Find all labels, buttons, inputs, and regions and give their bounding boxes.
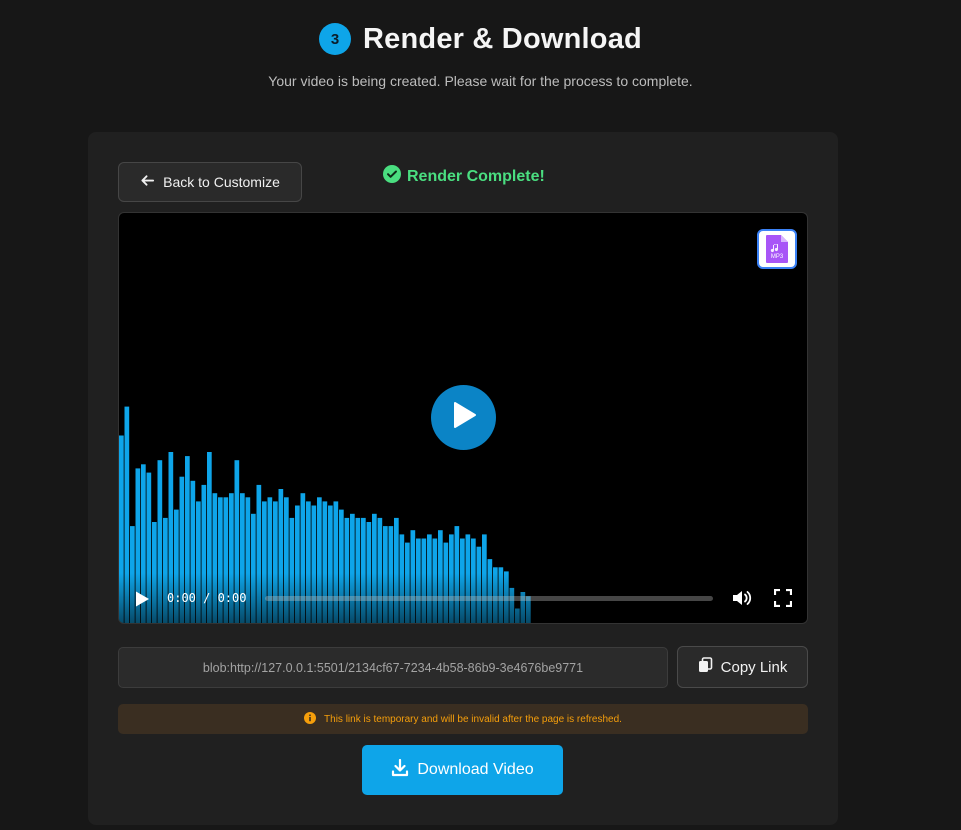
volume-button[interactable] — [731, 588, 753, 608]
page-subtitle: Your video is being created. Please wait… — [268, 73, 693, 89]
check-circle-icon — [383, 165, 401, 188]
video-player[interactable]: MP3 0:00 / 0:00 — [118, 212, 808, 624]
temporary-link-warning: This link is temporary and will be inval… — [118, 704, 808, 734]
share-link-field[interactable] — [118, 647, 668, 688]
time-display: 0:00 / 0:00 — [167, 591, 247, 605]
copy-link-label: Copy Link — [720, 658, 788, 676]
info-icon — [304, 711, 317, 727]
back-button-label: Back to Customize — [163, 174, 280, 190]
progress-bar[interactable] — [265, 596, 713, 601]
download-icon — [391, 758, 409, 782]
play-icon — [451, 401, 477, 434]
back-to-customize-button[interactable]: Back to Customize — [118, 162, 302, 202]
render-card: Back to Customize Render Complete! MP3 0… — [88, 132, 838, 825]
control-play-button[interactable] — [133, 590, 151, 608]
arrow-left-icon — [140, 173, 155, 191]
step-number-badge: 3 — [319, 23, 352, 55]
fullscreen-button[interactable] — [773, 588, 793, 608]
page-header: 3 Render & Download — [0, 20, 961, 58]
title-row: 3 Render & Download — [0, 20, 961, 58]
play-icon — [133, 591, 151, 612]
fullscreen-icon — [773, 588, 793, 611]
big-play-button[interactable] — [431, 385, 496, 450]
volume-icon — [731, 591, 753, 612]
download-video-button[interactable]: Download Video — [362, 745, 563, 795]
render-status-text: Render Complete! — [407, 167, 545, 185]
video-controls: 0:00 / 0:00 — [119, 573, 807, 623]
copy-icon — [698, 657, 713, 677]
download-video-label: Download Video — [417, 761, 534, 778]
mp3-badge-label: MP3 — [771, 254, 784, 260]
copy-link-button[interactable]: Copy Link — [677, 646, 808, 688]
render-status: Render Complete! — [383, 165, 545, 188]
page-title: Render & Download — [363, 22, 642, 55]
warning-text: This link is temporary and will be inval… — [324, 713, 622, 725]
mp3-file-icon: MP3 — [757, 229, 797, 269]
